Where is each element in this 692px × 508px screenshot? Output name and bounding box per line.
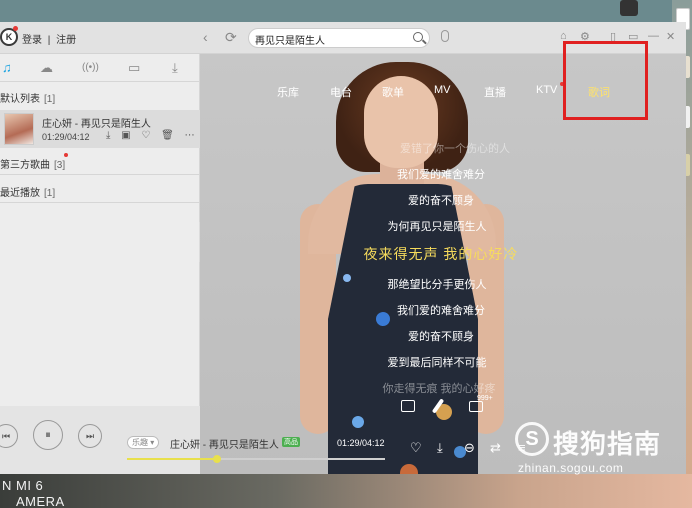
lyric-line: 爱错了你一个伤心的人 xyxy=(400,143,510,155)
close-icon[interactable]: ✕ xyxy=(666,30,675,43)
tab-radio-icon[interactable]: ((•)) xyxy=(82,62,99,73)
now-playing-title[interactable]: 庄心妍 - 再见只是陌生人 xyxy=(170,436,279,451)
tab-ktv[interactable]: KTV xyxy=(536,84,557,96)
tab-mv[interactable]: MV xyxy=(434,84,451,96)
tab-cloud-icon[interactable]: ☁ xyxy=(40,60,53,76)
comment-count-badge: 999+ xyxy=(477,395,493,402)
tab-download-icon[interactable]: ⤓ xyxy=(172,60,178,76)
lyric-line: 我们爱的难舍难分 xyxy=(397,169,485,181)
tab-playlists[interactable]: 歌单 xyxy=(382,84,404,100)
divider xyxy=(0,202,200,203)
lyric-line: 你走得无痕 我的心好疼 xyxy=(382,383,496,395)
list-item[interactable]: 庄心妍 - 再见只是陌生人 01:29/04:12 ⤓ ▣ ♡ 🗑 ⋯ xyxy=(0,110,200,148)
playback-time: 01:29/04:12 xyxy=(337,438,385,448)
login-link[interactable]: 登录 xyxy=(22,35,42,46)
watermark-url: zhinan.sogou.com xyxy=(518,461,624,475)
desktop-background-bottom xyxy=(0,474,692,508)
like-icon[interactable]: ♡ xyxy=(410,440,422,456)
search-input[interactable]: 再见只是陌生人 xyxy=(255,32,325,47)
song-time: 01:29/04:12 xyxy=(42,132,90,142)
search-box[interactable]: 再见只是陌生人 xyxy=(248,28,430,48)
notification-dot xyxy=(13,26,18,31)
lyrics-poster-icon[interactable] xyxy=(401,400,415,412)
separator: | xyxy=(47,35,51,46)
quality-tag[interactable]: 高品 xyxy=(282,437,300,447)
tab-device-icon[interactable]: ▭ xyxy=(128,60,140,76)
highlight-box xyxy=(563,41,648,120)
refresh-icon[interactable]: ⟳ xyxy=(225,29,237,46)
playlist-name: 默认列表 xyxy=(0,94,40,105)
watermark-text: 搜狗指南 xyxy=(553,429,662,459)
account-links: 登录 | 注册 xyxy=(22,31,79,46)
lyric-line: 爱的奋不顾身 xyxy=(408,331,474,343)
tab-live[interactable]: 直播 xyxy=(484,84,506,100)
dress-planet-pattern xyxy=(352,416,364,428)
desktop-label: N MI 6 xyxy=(2,478,44,493)
tab-radio[interactable]: 电台 xyxy=(330,84,352,100)
previous-button[interactable]: ⏮ xyxy=(0,424,18,448)
lyric-line: 我们爱的难舍难分 xyxy=(397,305,485,317)
next-button[interactable]: ⏭ xyxy=(78,424,102,448)
desktop-label: AMERA xyxy=(16,494,65,508)
shuffle-icon[interactable]: ⇄ xyxy=(490,440,501,456)
divider xyxy=(0,174,200,175)
comment-icon[interactable] xyxy=(469,401,483,412)
lyric-line: 爱的奋不顾身 xyxy=(408,195,474,207)
remove-icon[interactable]: ⊖ xyxy=(464,440,475,456)
album-cover xyxy=(4,113,34,145)
download-icon[interactable]: ⤓ xyxy=(437,440,443,456)
tab-library[interactable]: 乐库 xyxy=(277,84,299,100)
play-mode-tag[interactable]: 乐趣 ▾ xyxy=(127,436,160,449)
microphone-icon[interactable] xyxy=(441,30,449,42)
playlist-count: [1] xyxy=(44,94,56,105)
playlist-name: 最近播放 xyxy=(0,188,40,199)
progress-fill xyxy=(127,458,218,460)
lyric-line: 爱到最后同样不可能 xyxy=(387,357,487,369)
playlist-sidebar: ♫ ☁ ((•)) ▭ ⤓ 默认列表 [1] 庄心妍 - 再见只是陌生人 01:2… xyxy=(0,54,200,406)
playlist-header-recent[interactable]: 最近播放 [1] xyxy=(0,184,55,199)
mouse-cursor-icon xyxy=(620,0,638,16)
current-lyric-line: 夜来得无声 我的心好冷 xyxy=(363,246,519,262)
lyric-line: 那绝望比分手更伤人 xyxy=(387,279,487,291)
back-arrow-icon[interactable]: ‹ xyxy=(203,29,208,45)
play-pause-button[interactable]: ⏸ xyxy=(33,420,63,450)
tab-my-music-icon[interactable]: ♫ xyxy=(2,60,12,75)
playlist-header-third-party[interactable]: 第三方歌曲 [3] xyxy=(0,156,65,171)
sogou-logo-icon: S xyxy=(515,422,549,456)
playlist-name: 第三方歌曲 xyxy=(0,160,50,171)
playlist-header-default[interactable]: 默认列表 [1] xyxy=(0,90,55,105)
sidebar-tabs: ♫ ☁ ((•)) ▭ ⤓ xyxy=(0,54,200,82)
song-title: 庄心妍 - 再见只是陌生人 xyxy=(42,119,151,130)
minimize-icon[interactable]: — xyxy=(648,30,659,42)
song-action-icons[interactable]: ⤓ ▣ ♡ 🗑 ⋯ xyxy=(106,130,199,141)
playlist-count: [3] xyxy=(54,160,66,171)
progress-bar[interactable] xyxy=(127,455,385,463)
register-link[interactable]: 注册 xyxy=(56,35,76,46)
new-dot xyxy=(64,153,68,157)
search-icon[interactable] xyxy=(413,32,423,42)
playlist-count: [1] xyxy=(44,188,56,199)
lyric-line: 为何再见只是陌生人 xyxy=(387,221,487,233)
